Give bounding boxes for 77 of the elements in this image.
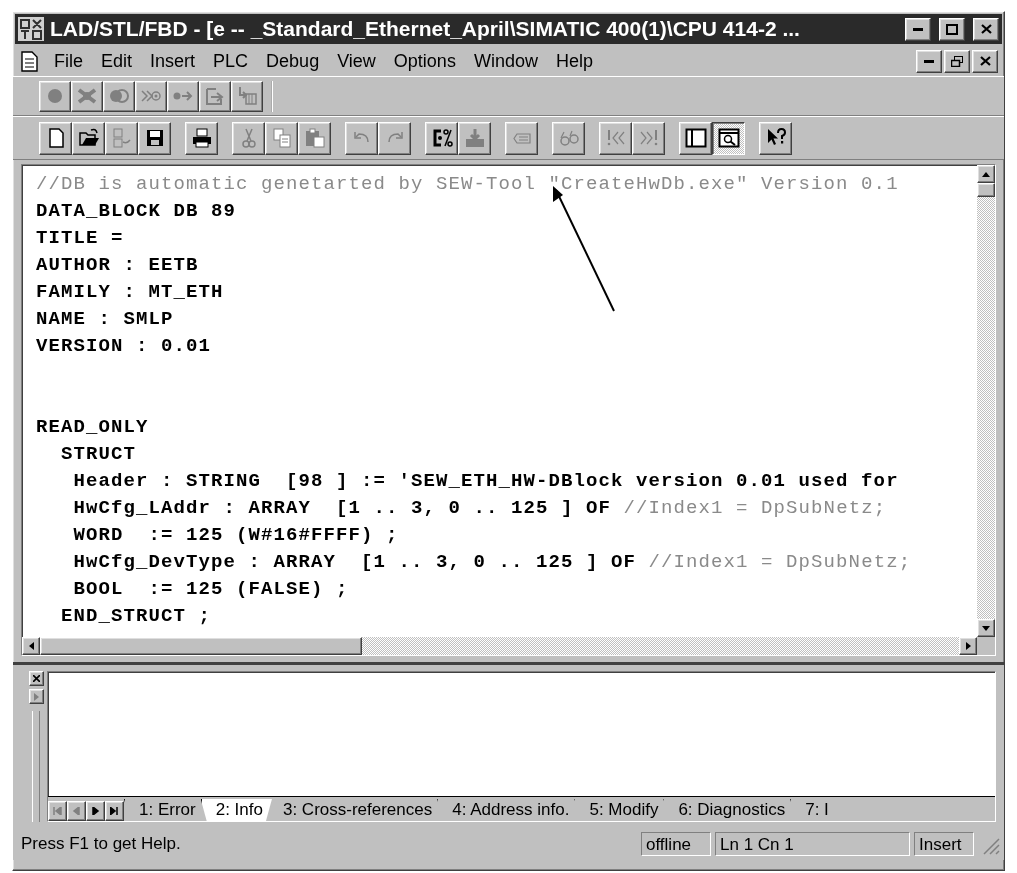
window-title: LAD/STL/FBD - [e -- _Standard_Ethernet_April\SIMATIC 400(1)\CPU 414-2 ... xyxy=(50,17,801,41)
folder-open-icon xyxy=(77,127,100,149)
code-line: END_STRUCT ; xyxy=(60,604,213,629)
code-line: STRUCT xyxy=(60,442,137,467)
code-line: TITLE = xyxy=(36,226,125,251)
first-page-icon xyxy=(53,807,62,815)
scroll-thumb[interactable] xyxy=(40,637,362,655)
scrollbar-corner xyxy=(977,637,995,655)
down-arrow-icon xyxy=(982,625,990,631)
close-icon xyxy=(32,675,40,682)
close-icon xyxy=(979,56,991,66)
minimize-button[interactable] xyxy=(916,49,942,73)
restore-button[interactable] xyxy=(944,49,970,73)
document-arrow-icon xyxy=(110,127,133,149)
menu-item[interactable]: Help xyxy=(546,48,602,74)
code-line: Header : STRING [98 ] := 'SEW_ETH_HW-DBlock version 0.01 used for xyxy=(72,469,900,494)
minimize-button[interactable] xyxy=(905,17,931,41)
code-line: HwCfg_DevType : ARRAY [1 .. 3, 0 .. 125 ] OF //Index1 = DpSubNetz; xyxy=(72,550,913,575)
menu-item[interactable]: Window xyxy=(464,48,547,74)
printer-icon xyxy=(190,127,213,149)
tab-scroll-button[interactable] xyxy=(48,801,67,821)
right-arrow-icon xyxy=(965,642,971,650)
output-tab[interactable]: 2: Info xyxy=(200,799,272,821)
close-button[interactable] xyxy=(972,49,998,73)
copy-icon xyxy=(270,127,293,149)
app-logo-icon xyxy=(18,17,44,41)
play-icon xyxy=(33,692,39,701)
horizontal-scrollbar[interactable] xyxy=(22,637,995,655)
download-icon xyxy=(463,127,486,149)
status-panel: offline xyxy=(641,832,711,856)
tab-scroll-button[interactable] xyxy=(86,801,105,821)
toolbar-button[interactable] xyxy=(712,121,745,155)
tab-scroll-button[interactable] xyxy=(105,801,124,821)
close-button[interactable] xyxy=(973,17,999,41)
restore-icon xyxy=(951,55,963,67)
minimize-icon xyxy=(924,59,934,63)
close-icon xyxy=(980,24,992,34)
code-line: DATA_BLOCK DB 89 xyxy=(36,199,238,224)
up-arrow-icon xyxy=(982,171,990,177)
code-line: HwCfg_LAddr : ARRAY [1 .. 3, 0 .. 125 ] OF //Index1 = DpSubNetz; xyxy=(72,496,888,521)
status-message: Press F1 to get Help. xyxy=(20,834,182,854)
code-line: BOOL := 125 (FALSE) ; xyxy=(72,577,350,602)
panel-icon xyxy=(684,127,707,149)
previous-page-icon xyxy=(72,807,81,815)
export-icon xyxy=(204,85,226,107)
code-line: NAME : SMLP xyxy=(36,307,175,332)
menu-item[interactable]: Insert xyxy=(141,48,205,74)
step-icon xyxy=(236,85,258,107)
expand-button[interactable] xyxy=(28,689,44,704)
code-line: WORD := 125 (W#16#FFFF) ; xyxy=(72,523,400,548)
tab-scroll-button[interactable] xyxy=(67,801,86,821)
status-panel: Insert xyxy=(914,832,974,856)
code-line: READ_ONLY xyxy=(36,415,150,440)
menu-item[interactable]: View xyxy=(328,48,385,74)
scroll-thumb[interactable] xyxy=(977,183,995,197)
last-page-icon xyxy=(110,807,119,815)
paste-icon xyxy=(303,127,326,149)
code-line: AUTHOR : EETB xyxy=(36,253,200,278)
zoom-icon xyxy=(717,127,740,149)
code-line: //DB is automatic genetarted by SEW-Tool "CreateHwDb.exe" Version 0.1 xyxy=(36,172,900,197)
code-line: FAMILY : MT_ETH xyxy=(36,280,225,305)
menu-item[interactable]: File xyxy=(45,48,92,74)
close-button[interactable] xyxy=(28,671,44,686)
vertical-scrollbar[interactable] xyxy=(977,165,995,637)
left-arrow-icon xyxy=(28,642,34,650)
code-line: VERSION : 0.01 xyxy=(36,334,213,359)
status-panel: Ln 1 Cn 1 xyxy=(715,832,910,856)
document-icon xyxy=(19,50,39,72)
menu-item[interactable]: PLC xyxy=(204,48,258,74)
minimize-icon xyxy=(913,27,923,31)
next-page-icon xyxy=(91,807,100,815)
maximize-button[interactable] xyxy=(939,17,965,41)
menu-item[interactable]: Edit xyxy=(92,48,142,74)
splitter-grip[interactable] xyxy=(32,711,40,822)
maximize-icon xyxy=(946,23,958,35)
menu-item[interactable]: Debug xyxy=(257,48,329,74)
menu-item[interactable]: Options xyxy=(384,48,465,74)
